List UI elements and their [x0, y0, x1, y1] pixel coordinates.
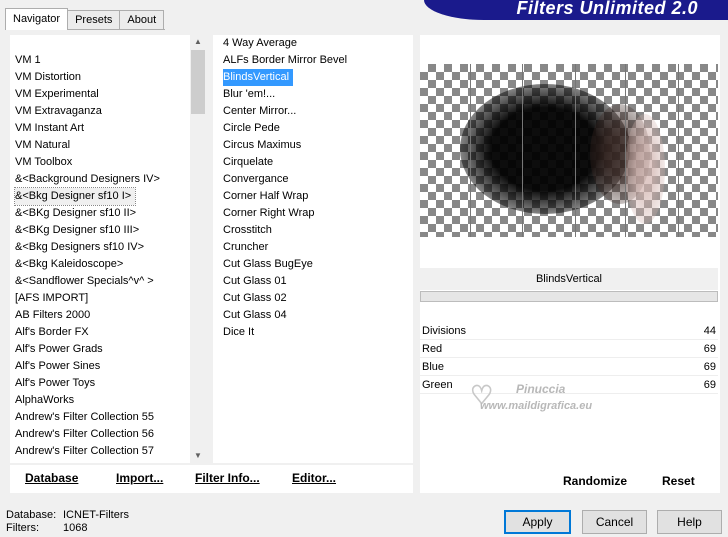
tab-about[interactable]: About — [119, 10, 165, 30]
category-item[interactable]: VM Extravaganza — [15, 103, 102, 120]
category-item[interactable]: Alf's Power Grads — [15, 341, 103, 358]
database-button[interactable]: Database — [25, 471, 78, 485]
category-item[interactable]: Alf's Power Sines — [15, 358, 100, 375]
progress-bar — [420, 291, 718, 302]
tab-presets[interactable]: Presets — [67, 10, 121, 30]
watermark-url: www.maildigrafica.eu — [480, 400, 593, 412]
filter-item[interactable]: BlindsVertical — [223, 69, 294, 86]
category-item[interactable]: AB Filters 2000 — [15, 307, 90, 324]
status-area: Database: ICNET-Filters Filters: 1068 — [6, 509, 129, 535]
param-green[interactable]: Green 69 — [420, 376, 718, 394]
database-status-label: Database: — [6, 509, 57, 521]
category-item[interactable]: &<Bkg Kaleidoscope> — [15, 256, 123, 273]
apply-button[interactable]: Apply — [504, 510, 571, 534]
tab-navigator[interactable]: Navigator — [5, 8, 69, 30]
banner-title: Filters Unlimited 2.0 — [516, 0, 698, 18]
import-button[interactable]: Import... — [116, 471, 163, 485]
scroll-down-icon[interactable]: ▼ — [190, 449, 206, 463]
category-item[interactable]: VM Toolbox — [15, 154, 72, 171]
category-item[interactable]: &<Background Designers IV> — [15, 171, 160, 188]
filter-item[interactable]: Crosstitch — [223, 222, 272, 239]
category-list[interactable]: VM 1 VM Distortion VM Experimental VM Extra… — [10, 35, 206, 463]
filter-item[interactable]: Cut Glass 02 — [223, 290, 287, 307]
param-divisions[interactable]: Divisions 44 — [420, 322, 718, 340]
randomize-button[interactable]: Randomize — [563, 474, 627, 488]
filter-list[interactable]: 4 Way Average ALFs Border Mirror Bevel Bli… — [213, 35, 413, 463]
param-label: Green — [422, 379, 453, 391]
param-value: 44 — [703, 325, 716, 337]
tab-strip: Navigator Presets About — [5, 8, 165, 30]
filter-item[interactable]: Corner Right Wrap — [223, 205, 315, 222]
param-red[interactable]: Red 69 — [420, 340, 718, 358]
filter-item[interactable]: Circus Maximus — [223, 137, 301, 154]
category-item[interactable]: [AFS IMPORT] — [15, 290, 88, 307]
category-item[interactable]: VM Natural — [15, 137, 70, 154]
filter-item[interactable]: Center Mirror... — [223, 103, 296, 120]
category-scrollbar[interactable]: ▲ ▼ — [190, 35, 206, 463]
category-item[interactable]: &<BKg Designer sf10 II> — [15, 205, 136, 222]
param-label: Blue — [422, 361, 445, 373]
category-item[interactable]: Alf's Border FX — [15, 324, 89, 341]
database-status-value: ICNET-Filters — [63, 509, 129, 521]
param-label: Divisions — [422, 325, 467, 337]
param-value: 69 — [703, 361, 716, 373]
filter-item[interactable]: Circle Pede — [223, 120, 280, 137]
filter-item[interactable]: 4 Way Average — [223, 35, 297, 52]
filter-item[interactable]: Blur 'em!... — [223, 86, 275, 103]
filter-item[interactable]: Cirquelate — [223, 154, 273, 171]
filter-info-button[interactable]: Filter Info... — [195, 471, 260, 485]
preview-image — [420, 64, 718, 237]
filter-item[interactable]: Convergance — [223, 171, 288, 188]
category-item[interactable]: VM Instant Art — [15, 120, 84, 137]
category-item[interactable]: &<Bkg Designer sf10 I> — [13, 187, 137, 206]
param-blue[interactable]: Blue 69 — [420, 358, 718, 376]
category-item[interactable]: &<Sandflower Specials^v^ > — [15, 273, 154, 290]
category-item[interactable]: Andrew's Filter Collection 56 — [15, 426, 154, 443]
title-banner: Filters Unlimited 2.0 — [424, 0, 728, 20]
param-value: 69 — [703, 343, 716, 355]
category-item[interactable]: VM 1 — [15, 52, 41, 69]
help-button[interactable]: Help — [657, 510, 722, 534]
category-item[interactable]: VM Distortion — [15, 69, 81, 86]
category-item[interactable]: Andrew's Filter Collection 57 — [15, 443, 154, 460]
filter-item[interactable]: Corner Half Wrap — [223, 188, 308, 205]
scroll-up-icon[interactable]: ▲ — [190, 35, 206, 49]
reset-button[interactable]: Reset — [662, 474, 695, 488]
category-item[interactable]: VM Experimental — [15, 86, 99, 103]
filter-item[interactable]: Cut Glass BugEye — [223, 256, 313, 273]
param-value: 69 — [703, 379, 716, 391]
filter-item[interactable]: Cut Glass 01 — [223, 273, 287, 290]
filter-name-label: BlindsVertical — [420, 268, 718, 290]
scrollbar-thumb[interactable] — [191, 50, 205, 114]
category-item[interactable]: Andrew's Filter Collection 55 — [15, 409, 154, 426]
filter-item[interactable]: Cut Glass 04 — [223, 307, 287, 324]
watermark-name: Pinuccia — [516, 382, 566, 396]
filters-count-label: Filters: — [6, 522, 39, 534]
filter-item[interactable]: Cruncher — [223, 239, 268, 256]
filter-item[interactable]: ALFs Border Mirror Bevel — [223, 52, 347, 69]
filter-item[interactable]: Dice It — [223, 324, 254, 341]
cancel-button[interactable]: Cancel — [582, 510, 647, 534]
category-item[interactable]: &<BKg Designer sf10 III> — [15, 222, 139, 239]
category-item[interactable]: &<Bkg Designers sf10 IV> — [15, 239, 144, 256]
category-item[interactable]: AlphaWorks — [15, 392, 74, 409]
editor-button[interactable]: Editor... — [292, 471, 336, 485]
category-item[interactable]: Alf's Power Toys — [15, 375, 95, 392]
navigator-button-bar: Database Import... Filter Info... Editor… — [10, 465, 413, 493]
param-label: Red — [422, 343, 443, 355]
filters-count-value: 1068 — [63, 522, 88, 534]
